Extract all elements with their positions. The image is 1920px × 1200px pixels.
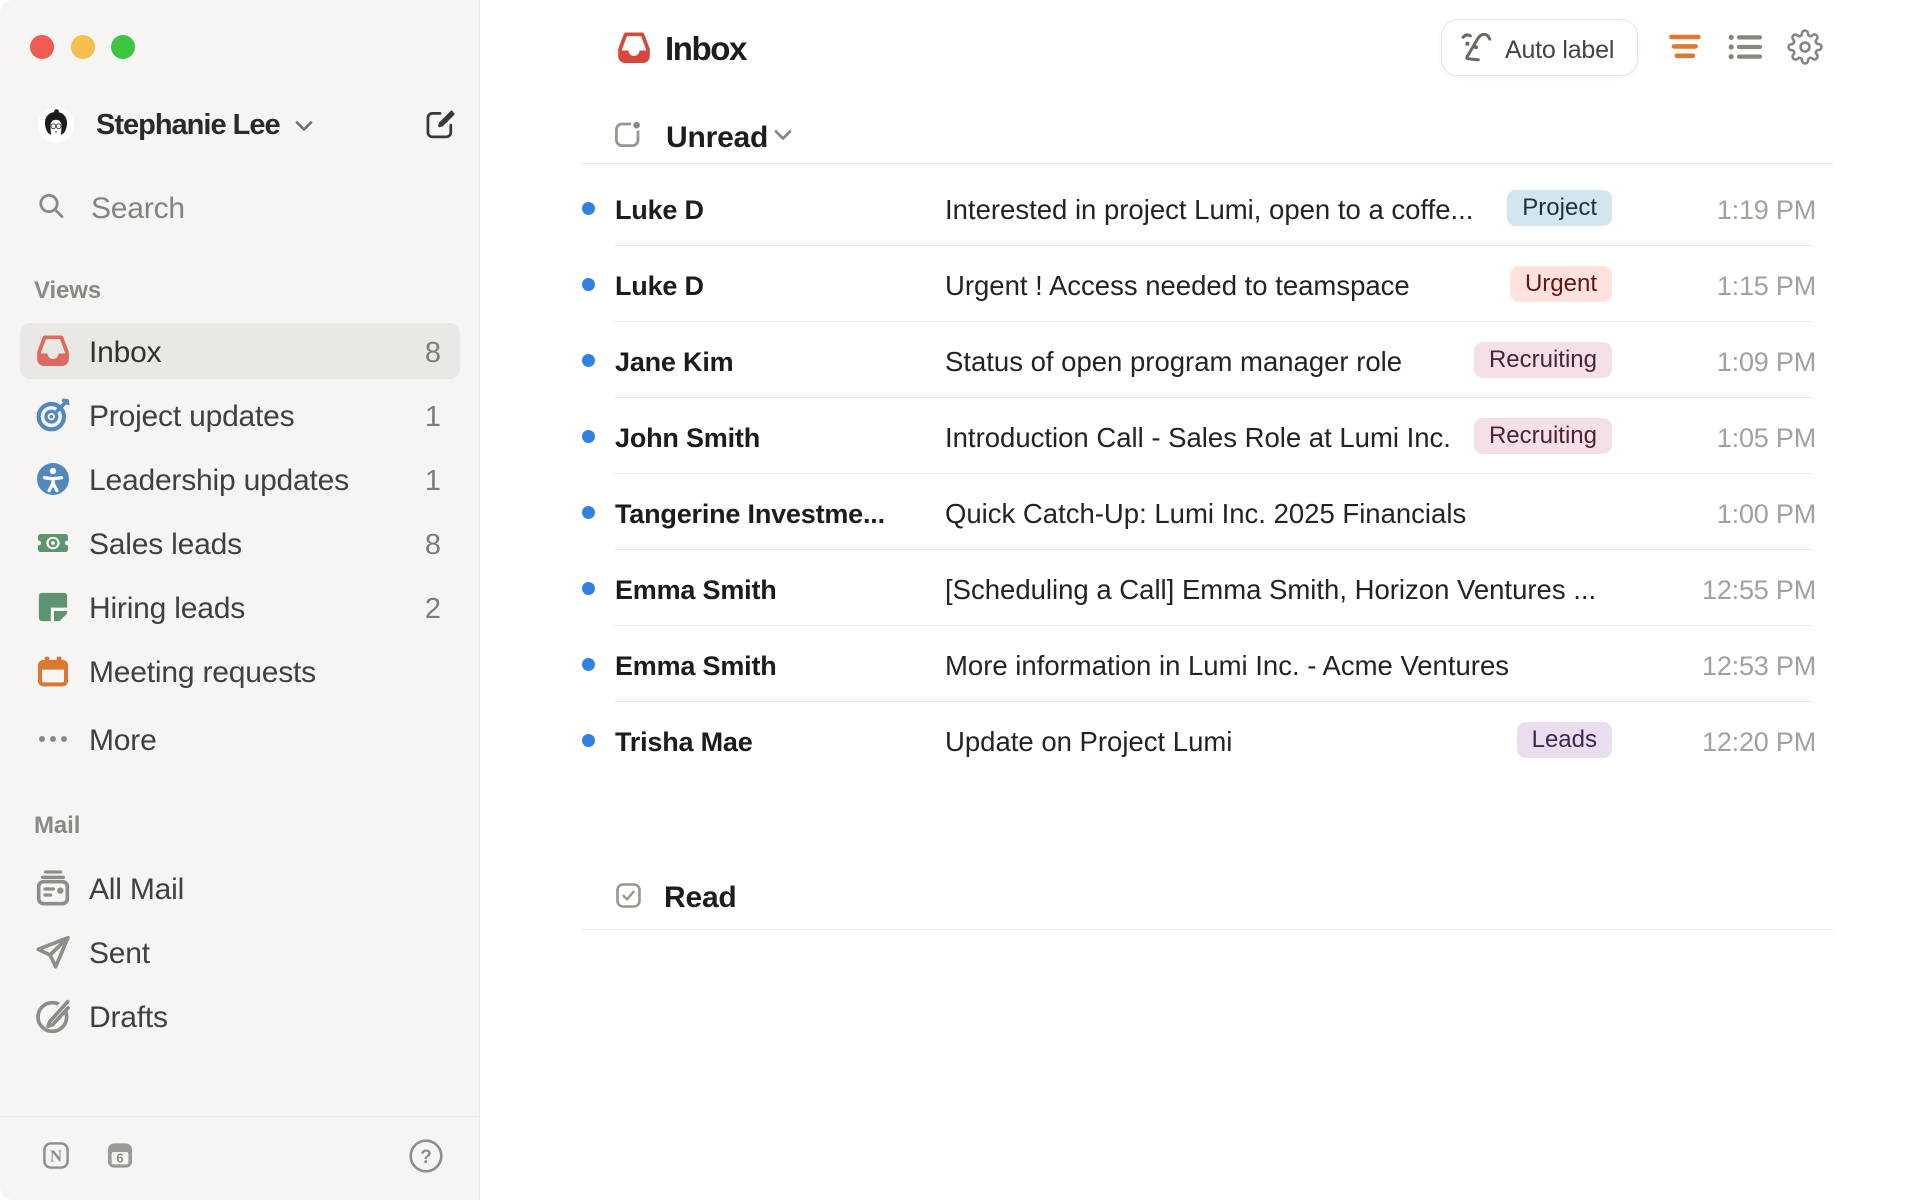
svg-text:?: ? bbox=[420, 1147, 432, 1168]
svg-text:N: N bbox=[50, 1146, 63, 1165]
svg-text:6: 6 bbox=[116, 1150, 123, 1165]
